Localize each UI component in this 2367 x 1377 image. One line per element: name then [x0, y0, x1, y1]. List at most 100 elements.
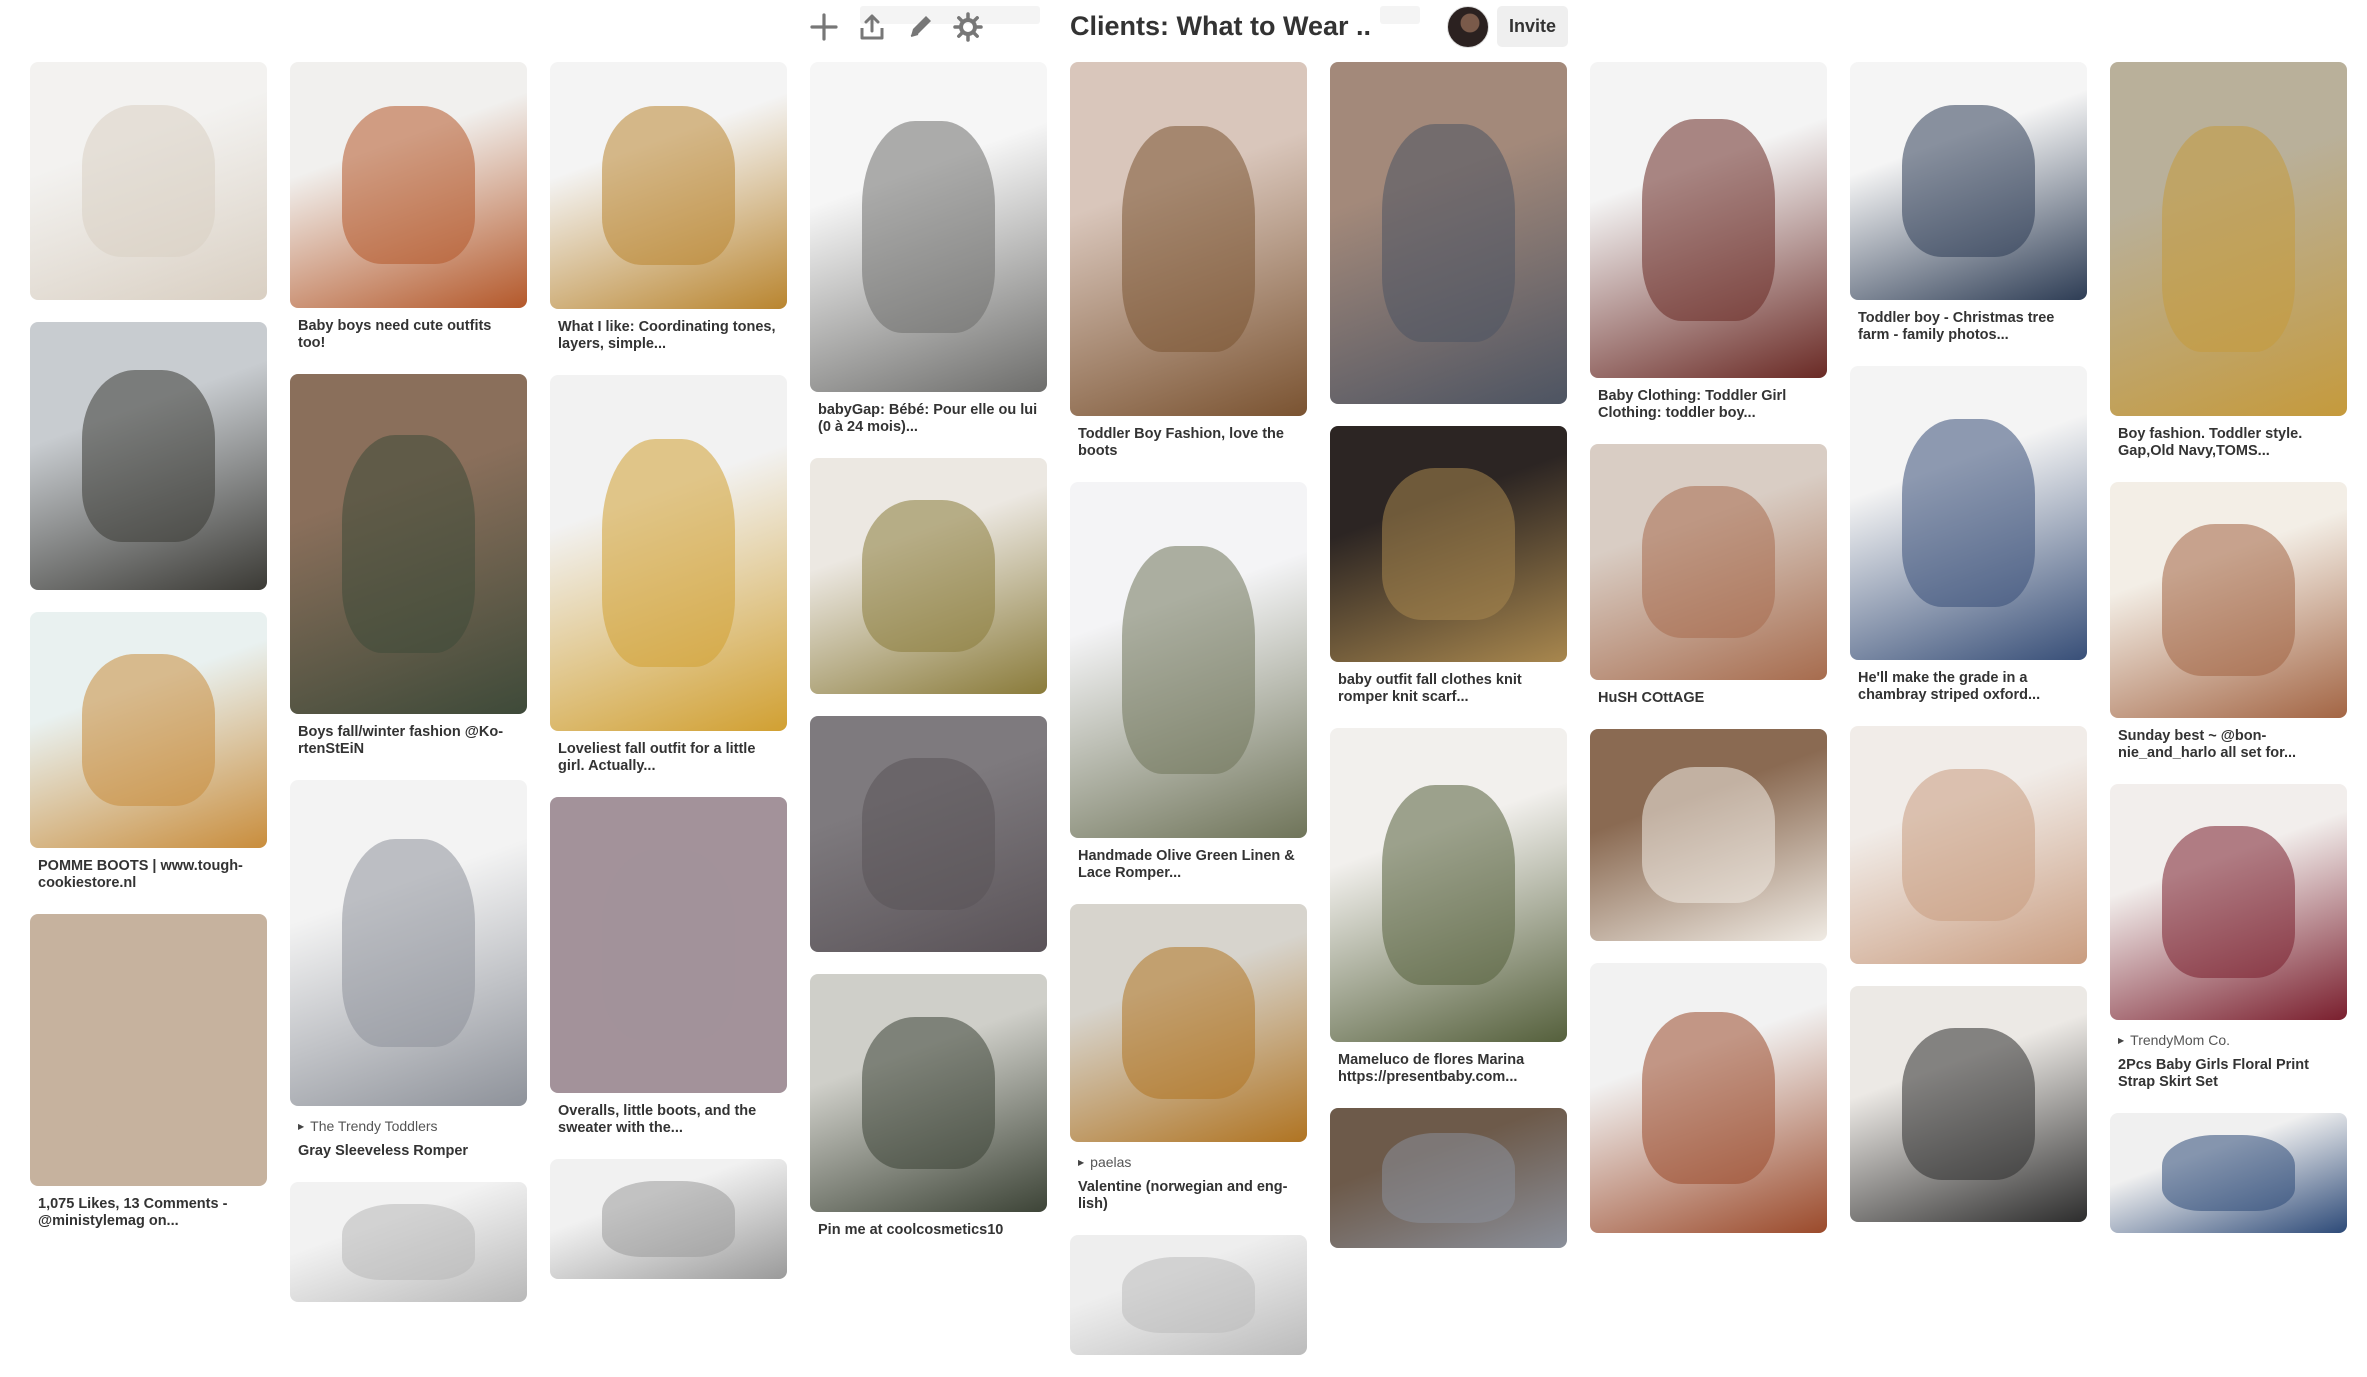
pin-card[interactable]: Loveliest fall outfit for a little girl.… [550, 375, 787, 775]
pin-image[interactable] [1850, 366, 2087, 660]
pin-card[interactable]: Overalls, little boots, and the sweater … [550, 797, 787, 1137]
pin-card[interactable] [1850, 726, 2087, 964]
pin-card[interactable]: baby outfit fall clothes knit romper kni… [1330, 426, 1567, 706]
pin-card[interactable]: Handmade Olive Green Linen & Lace Romper… [1070, 482, 1307, 882]
pin-card[interactable]: Pin me at coolcosmetics10 [810, 974, 1047, 1239]
pin-description: 2Pcs Baby Girls Floral Print Strap Skirt… [2118, 1057, 2309, 1090]
pin-card[interactable]: Toddler boy - Christmas tree farm - fami… [1850, 62, 2087, 344]
pin-image[interactable] [1590, 444, 1827, 680]
pin-description: What I like: Coordinating tones, layers,… [558, 319, 776, 352]
pin-image[interactable] [1330, 62, 1567, 404]
pin-image[interactable] [1330, 1108, 1567, 1248]
pin-image[interactable] [30, 914, 267, 1186]
pin-image[interactable] [1330, 728, 1567, 1042]
pin-card[interactable]: The Trendy Toddlers Gray Sleeveless Rompe… [290, 780, 527, 1160]
pin-image[interactable] [1590, 729, 1827, 941]
pin-card[interactable]: He'll make the grade in a chambray strip… [1850, 366, 2087, 704]
pin-description: babyGap: Bébé: Pour elle ou lui (0 à 24 … [818, 402, 1038, 435]
pin-image[interactable] [1850, 726, 2087, 964]
pin-card[interactable] [810, 458, 1047, 694]
pin-description: 1,075 Likes, 13 Comments - @ministylemag… [38, 1196, 228, 1229]
pin-card[interactable]: Sunday best ~ @bon-nie_and_harlo all set… [2110, 482, 2347, 762]
pin-image[interactable] [1590, 963, 1827, 1233]
pin-source-label[interactable]: TrendyMom Co. [2118, 1032, 2347, 1049]
pin-card[interactable] [290, 1182, 527, 1302]
pin-card[interactable]: Mameluco de flores Marina https://presen… [1330, 728, 1567, 1086]
pin-image[interactable] [290, 374, 527, 714]
pin-image[interactable] [1850, 62, 2087, 300]
pin-card[interactable] [1070, 1235, 1307, 1355]
pencil-icon[interactable] [903, 10, 937, 44]
pin-card[interactable] [550, 1159, 787, 1279]
pin-image[interactable] [1070, 904, 1307, 1142]
invite-button[interactable]: Invite [1497, 6, 1568, 47]
pin-image[interactable] [550, 1159, 787, 1279]
pin-image[interactable] [290, 780, 527, 1106]
pin-card[interactable] [1590, 729, 1827, 941]
pin-card[interactable] [30, 322, 267, 590]
pin-image-subject [342, 435, 475, 653]
pin-image[interactable] [30, 322, 267, 590]
pin-card[interactable]: 1,075 Likes, 13 Comments - @ministylemag… [30, 914, 267, 1230]
pin-card[interactable] [1590, 963, 1827, 1233]
pin-source-label[interactable]: The Trendy Toddlers [298, 1118, 527, 1135]
pin-card[interactable]: Boy fashion. Toddler style. Gap,Old Navy… [2110, 62, 2347, 460]
pin-card[interactable]: Boys fall/winter fashion @Ko-rtenStEiN [290, 374, 527, 758]
pin-card[interactable] [810, 716, 1047, 952]
pin-source-label[interactable]: paelas [1078, 1154, 1307, 1171]
pin-image-subject [1902, 768, 2035, 922]
pin-card[interactable]: babyGap: Bébé: Pour elle ou lui (0 à 24 … [810, 62, 1047, 436]
pin-image[interactable] [2110, 784, 2347, 1020]
pin-card[interactable]: Baby boys need cute outfits too! [290, 62, 527, 352]
pin-image[interactable] [30, 612, 267, 848]
pin-image[interactable] [2110, 482, 2347, 718]
pin-description: Overalls, little boots, and the sweater … [558, 1103, 757, 1136]
pin-card[interactable]: HuSH COttAGE [1590, 444, 1827, 707]
pin-card[interactable] [1330, 62, 1567, 404]
pin-card[interactable]: Baby Clothing: Toddler Girl Clothing: to… [1590, 62, 1827, 422]
pin-image-subject [2162, 826, 2295, 978]
pin-image[interactable] [2110, 1113, 2347, 1233]
pin-image[interactable] [1330, 426, 1567, 662]
pin-card[interactable] [1850, 986, 2087, 1222]
pin-image[interactable] [1850, 986, 2087, 1222]
upload-icon[interactable] [855, 10, 889, 44]
pin-description: Handmade Olive Green Linen & Lace Romper… [1078, 848, 1295, 881]
pin-image[interactable] [290, 62, 527, 308]
pin-image[interactable] [810, 458, 1047, 694]
pin-image[interactable] [1070, 482, 1307, 838]
pin-column: baby outfit fall clothes knit romper kni… [1330, 62, 1567, 1270]
pin-column: Baby Clothing: Toddler Girl Clothing: to… [1590, 62, 1827, 1255]
pin-card[interactable]: What I like: Coordinating tones, layers,… [550, 62, 787, 353]
pin-card[interactable]: paelas Valentine (norwegian and eng-lish) [1070, 904, 1307, 1213]
pin-image[interactable] [550, 375, 787, 731]
pin-image[interactable] [810, 62, 1047, 392]
board-owner-avatar[interactable] [1447, 6, 1489, 48]
pin-image-subject [1122, 1256, 1255, 1334]
pin-image[interactable] [30, 62, 267, 300]
pin-image-subject [1122, 946, 1255, 1100]
pin-card[interactable] [1330, 1108, 1567, 1248]
pin-column: babyGap: Bébé: Pour elle ou lui (0 à 24 … [810, 62, 1047, 1261]
gear-icon[interactable] [951, 10, 985, 44]
pin-image[interactable] [810, 974, 1047, 1212]
pin-card[interactable] [30, 62, 267, 300]
pin-image[interactable] [1070, 1235, 1307, 1355]
pin-image[interactable] [550, 797, 787, 1093]
pin-image[interactable] [810, 716, 1047, 952]
pin-card[interactable]: Toddler Boy Fashion, love the boots [1070, 62, 1307, 460]
pin-image[interactable] [1070, 62, 1307, 416]
pin-image[interactable] [550, 62, 787, 309]
pin-column: POMME BOOTS | www.tough-cookiestore.nl 1,… [30, 62, 267, 1252]
pin-image-subject [1382, 123, 1515, 343]
pin-card[interactable]: TrendyMom Co. 2Pcs Baby Girls Floral Prin… [2110, 784, 2347, 1091]
plus-icon[interactable] [807, 10, 841, 44]
pin-image[interactable] [2110, 62, 2347, 416]
pin-image-subject [2162, 524, 2295, 676]
pin-image-subject [862, 121, 995, 333]
pin-card[interactable] [2110, 1113, 2347, 1233]
pin-card[interactable]: POMME BOOTS | www.tough-cookiestore.nl [30, 612, 267, 892]
pin-image[interactable] [290, 1182, 527, 1302]
pin-image[interactable] [1590, 62, 1827, 378]
pin-description: Pin me at coolcosmetics10 [818, 1222, 1004, 1238]
